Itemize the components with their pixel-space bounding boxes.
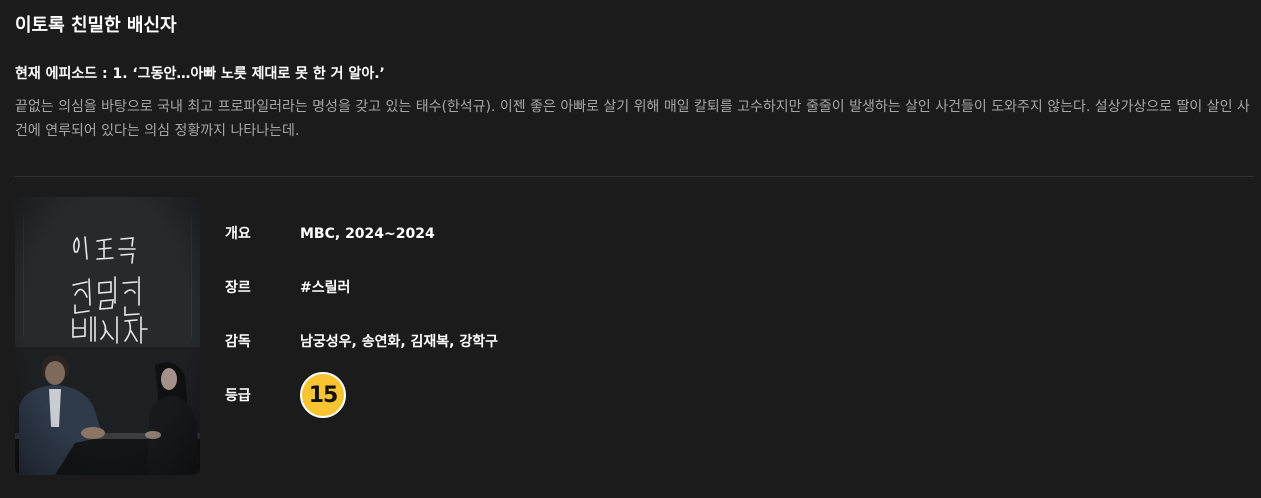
overview-value: MBC, 2024~2024 [300,226,435,242]
poster-art [15,197,200,475]
program-title: 이토록 친밀한 배신자 [15,15,177,36]
divider [15,176,1254,177]
genre-label: 장르 [225,280,251,296]
overview-label: 개요 [225,226,251,242]
director-label: 감독 [225,334,251,350]
current-episode-label: 현재 에피소드 : 1. ‘그동안…아빠 노릇 제대로 못 한 거 알아.’ [15,66,385,82]
director-value: 남궁성우, 송연화, 김재복, 강학구 [300,334,499,350]
synopsis: 끝없는 의심을 바탕으로 국내 최고 프로파일러라는 명성을 갖고 있는 태수(… [15,99,1250,139]
rating-label: 등급 [225,388,251,404]
age-rating-15-icon: 15 [300,372,346,418]
poster-image [15,197,200,475]
genre-value[interactable]: #스릴러 [300,276,350,300]
